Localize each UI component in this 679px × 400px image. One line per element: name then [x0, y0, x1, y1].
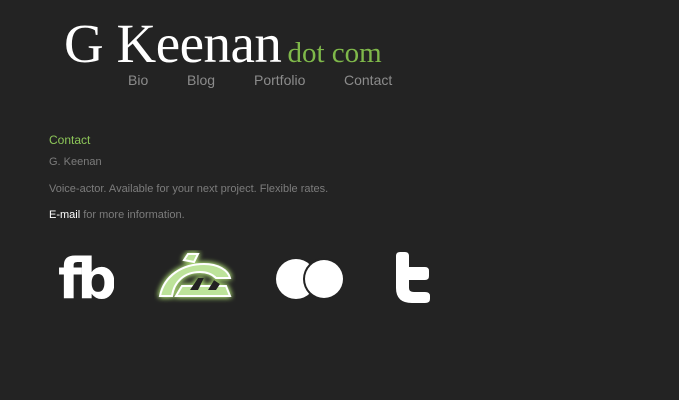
email-line-suffix: for more information. — [80, 209, 185, 221]
contact-section: Contact G. Keenan Voice-actor. Available… — [49, 133, 549, 221]
site-title-sub: dot com — [287, 37, 382, 69]
facebook-icon: fb — [58, 247, 120, 312]
nav-item-bio[interactable]: Bio — [128, 72, 148, 88]
contact-description: Voice-actor. Available for your next pro… — [49, 183, 329, 195]
twitter-link[interactable] — [390, 250, 434, 306]
deviantart-icon — [158, 253, 232, 297]
twitter-icon — [396, 252, 430, 303]
social-links: fb — [0, 247, 679, 312]
site-title[interactable]: G Keenan dot com — [64, 16, 382, 71]
nav-item-contact[interactable]: Contact — [344, 72, 392, 88]
site-title-main: G Keenan — [64, 13, 282, 74]
facebook-glyph: fb — [58, 250, 114, 304]
contact-email-line: E-mail for more information. — [49, 209, 185, 222]
flickr-icon — [276, 258, 345, 300]
deviantart-link[interactable] — [154, 250, 236, 306]
flickr-link[interactable] — [274, 250, 348, 306]
email-link[interactable]: E-mail — [49, 209, 80, 221]
nav-item-portfolio[interactable]: Portfolio — [254, 72, 305, 88]
section-heading: Contact — [49, 133, 91, 147]
nav-item-blog[interactable]: Blog — [187, 72, 215, 88]
facebook-link[interactable]: fb — [58, 247, 120, 312]
contact-name: G. Keenan — [49, 156, 102, 168]
